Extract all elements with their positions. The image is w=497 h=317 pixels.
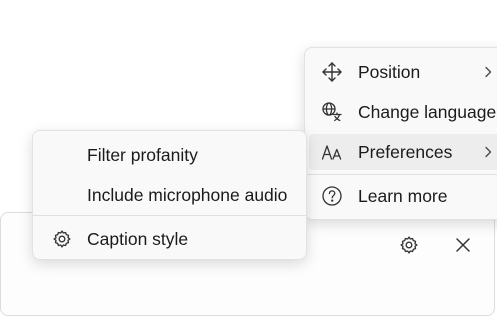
menu-item-position[interactable]: Position (309, 54, 497, 90)
help-circle-icon (321, 185, 343, 207)
gear-icon (399, 235, 419, 260)
menu-item-change-language[interactable]: Change language (309, 94, 497, 130)
chevron-right-icon (482, 146, 494, 158)
move-arrows-icon (321, 61, 343, 83)
menu-item-label: Position (358, 61, 421, 82)
menu-item-caption-style[interactable]: Caption style (37, 221, 303, 257)
menu-item-include-microphone-audio[interactable]: Include microphone audio (37, 177, 303, 213)
menu-item-label: Caption style (87, 228, 189, 249)
menu-separator (33, 215, 306, 216)
menu-item-learn-more[interactable]: Learn more (309, 178, 497, 214)
menu-item-label: Learn more (358, 185, 448, 206)
chevron-right-icon (482, 66, 494, 78)
menu-item-label: Filter profanity (87, 144, 198, 165)
close-captions-button[interactable] (447, 231, 479, 263)
menu-separator (305, 174, 497, 175)
menu-item-label: Change language (358, 101, 497, 122)
text-size-icon (321, 141, 343, 163)
menu-item-filter-profanity[interactable]: Filter profanity (37, 137, 303, 173)
translate-icon (321, 101, 343, 123)
caption-settings-menu: Position Change language Preferences Lea… (304, 47, 497, 220)
menu-item-label: Include microphone audio (87, 184, 288, 205)
caption-settings-button[interactable] (393, 231, 425, 263)
menu-item-label: Preferences (358, 141, 453, 162)
gear-icon (51, 228, 73, 250)
menu-item-preferences[interactable]: Preferences (309, 134, 497, 170)
preferences-submenu: Filter profanity Include microphone audi… (32, 130, 307, 260)
close-icon (455, 237, 471, 258)
